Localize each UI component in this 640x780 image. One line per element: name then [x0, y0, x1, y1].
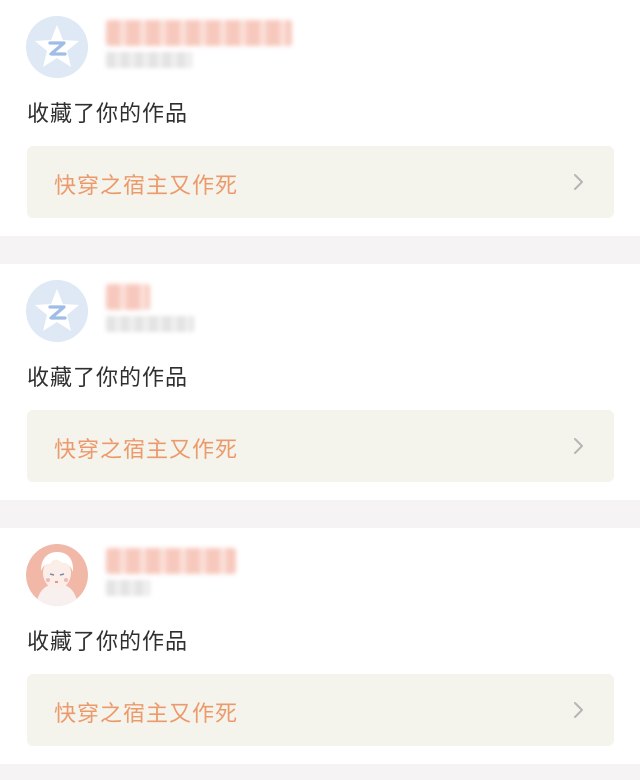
timestamp-blurred: [106, 52, 192, 68]
notification-card: 收藏了你的作品 快穿之宿主又作死: [0, 0, 640, 236]
notification-feed: 收藏了你的作品 快穿之宿主又作死 收藏了你的作品 快穿之宿主又作死 收藏了你的作…: [0, 0, 640, 764]
work-link[interactable]: 快穿之宿主又作死: [27, 146, 614, 218]
chevron-right-icon: [574, 174, 583, 190]
action-text: 收藏了你的作品: [27, 630, 189, 655]
work-title: 快穿之宿主又作死: [54, 438, 239, 463]
action-text: 收藏了你的作品: [27, 366, 189, 391]
work-link[interactable]: 快穿之宿主又作死: [27, 410, 614, 482]
username-blurred[interactable]: [106, 284, 150, 310]
username-blurred[interactable]: [106, 548, 236, 574]
work-title: 快穿之宿主又作死: [54, 702, 239, 727]
work-link[interactable]: 快穿之宿主又作死: [27, 674, 614, 746]
notification-card: 收藏了你的作品 快穿之宿主又作死: [0, 528, 640, 764]
anime-portrait-avatar[interactable]: [26, 544, 88, 606]
timestamp-blurred: [106, 316, 194, 332]
chevron-right-icon: [574, 702, 583, 718]
chevron-right-icon: [574, 438, 583, 454]
qzone-star-icon[interactable]: [26, 280, 88, 342]
work-title: 快穿之宿主又作死: [54, 174, 239, 199]
timestamp-blurred: [106, 580, 150, 596]
notification-card: 收藏了你的作品 快穿之宿主又作死: [0, 264, 640, 500]
username-blurred[interactable]: [106, 20, 292, 46]
action-text: 收藏了你的作品: [27, 102, 189, 127]
qzone-star-icon[interactable]: [26, 16, 88, 78]
